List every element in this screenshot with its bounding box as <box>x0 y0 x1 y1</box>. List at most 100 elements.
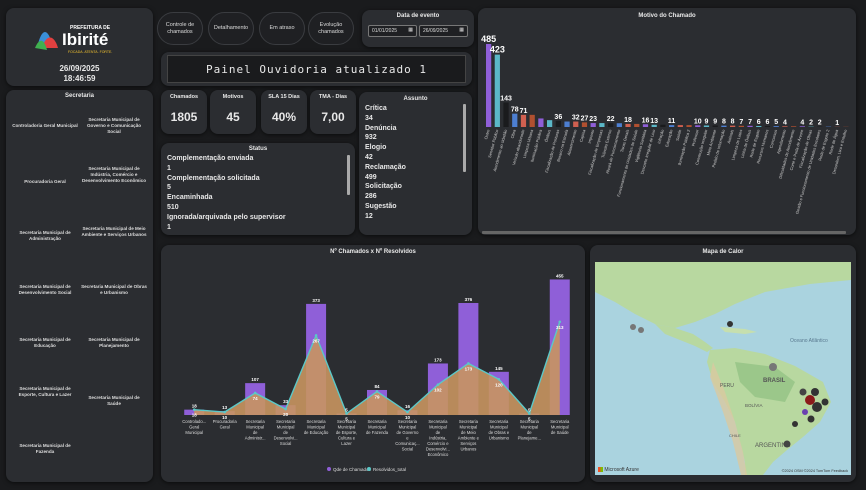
chamados-value-label: 16 <box>405 404 411 409</box>
secretaria-item[interactable]: Secretaria Municipal de Planejamento <box>81 337 147 349</box>
motivo-bar-chart[interactable]: 485Outro423Servidor Público143Atendiment… <box>478 8 856 235</box>
motivo-bar[interactable] <box>642 124 649 127</box>
motivo-bar[interactable] <box>791 126 797 127</box>
assunto-item[interactable]: Solicitação <box>365 182 406 192</box>
calendar-icon[interactable]: ▦ <box>408 27 413 33</box>
motivo-bar[interactable] <box>703 125 710 127</box>
secretaria-item[interactable]: Secretaria Municipal de Esporte, Cultura… <box>12 386 78 398</box>
resolvidos-point[interactable] <box>223 410 226 414</box>
motivo-bar[interactable] <box>764 125 771 127</box>
assunto-item[interactable]: Reclamação <box>365 163 406 173</box>
motivo-bar[interactable] <box>538 118 544 127</box>
motivo-bar[interactable] <box>512 113 518 127</box>
motivo-bar[interactable] <box>747 125 753 127</box>
assunto-count: 42 <box>365 153 373 161</box>
button-evolucao-chamados[interactable]: Evolução chamados <box>308 12 354 45</box>
motivo-bar[interactable] <box>590 123 596 127</box>
motivo-bar[interactable] <box>503 102 509 127</box>
secretaria-item[interactable]: Controladoria Geral Municipal <box>12 123 78 129</box>
motivo-bar[interactable] <box>669 125 675 127</box>
resolvidos-point[interactable] <box>192 408 196 411</box>
motivo-bar[interactable] <box>712 125 718 127</box>
motivo-bar[interactable] <box>486 44 492 127</box>
assunto-item[interactable]: Elogio <box>365 143 406 153</box>
button-detalhamento[interactable]: Detalhamento <box>208 12 254 45</box>
motivo-bar[interactable] <box>494 54 500 128</box>
motivo-bar[interactable] <box>564 121 570 127</box>
status-item[interactable]: Encaminhada <box>167 193 286 203</box>
legend-chamados-label[interactable]: Qde de Chamados <box>333 467 372 472</box>
motivo-bar[interactable] <box>599 123 605 127</box>
resolvidos-point[interactable] <box>406 410 409 414</box>
status-item[interactable]: Complementação solicitada <box>167 174 286 184</box>
secretaria-item[interactable]: Secretaria Municipal de Obras e Urbanism… <box>81 284 147 296</box>
secretaria-item[interactable]: Secretaria Municipal de Administração <box>12 230 78 242</box>
motivo-bar[interactable] <box>608 123 614 127</box>
motivo-bar[interactable] <box>756 125 762 127</box>
resolvidos-point[interactable] <box>558 320 562 324</box>
motivo-bar[interactable] <box>520 114 527 127</box>
motivo-bar[interactable] <box>677 125 683 127</box>
secretaria-item[interactable]: Procuradoria Geral <box>12 179 78 185</box>
motivo-bar[interactable] <box>782 126 788 127</box>
calendar-icon[interactable]: ▦ <box>459 27 464 33</box>
motivo-bar[interactable] <box>581 122 588 127</box>
resolvidos-point[interactable] <box>467 362 470 365</box>
chamados-resolvidos-chart[interactable]: 1818131010774332037326755847916101731023… <box>161 245 585 482</box>
motivo-bar[interactable] <box>730 125 736 127</box>
motivo-bar[interactable] <box>695 125 701 127</box>
motivo-bar[interactable] <box>660 124 666 127</box>
secretaria-item[interactable]: Secretaria Municipal de Fazenda <box>12 443 78 455</box>
cmp-category-label: Municipal <box>460 425 478 430</box>
cmp-category-label: Comércio e <box>427 441 449 446</box>
resolvidos-point[interactable] <box>284 407 287 411</box>
status-item[interactable]: Complementação enviada <box>167 154 286 164</box>
motivo-bar[interactable] <box>721 125 727 127</box>
motivo-bar[interactable] <box>529 114 535 127</box>
status-list[interactable]: Complementação enviada 1 Complementação … <box>167 154 286 232</box>
assunto-item[interactable]: Crítica <box>365 104 406 114</box>
assunto-item[interactable]: Sugestão <box>365 202 406 212</box>
resolvidos-point[interactable] <box>375 390 379 393</box>
date-to-input[interactable]: 26/09/2025 ▦ <box>419 25 468 37</box>
assunto-list[interactable]: Crítica 34 Denúncia 932 Elogio 42 Reclam… <box>365 104 406 222</box>
status-item[interactable]: Ignorada/arquivada pelo supervisor <box>167 213 286 223</box>
secretaria-item[interactable]: Secretaria Municipal de Meio Ambiente e … <box>81 226 147 238</box>
motivo-bar[interactable] <box>738 125 744 127</box>
motivo-bar[interactable] <box>547 120 553 127</box>
motivo-bar-label: 36 <box>554 114 562 121</box>
motivo-bar[interactable] <box>651 124 657 127</box>
motivo-bar[interactable] <box>573 121 579 127</box>
secretaria-item[interactable]: Secretaria Municipal de Indústria, Comér… <box>81 166 147 184</box>
button-controle-chamados[interactable]: Controle de chamados <box>157 12 203 45</box>
heat-map[interactable]: Oceano Atlântico PERU BRASIL BOLÍVIA ARG… <box>595 262 851 475</box>
resolvidos-point[interactable] <box>528 412 531 415</box>
secretaria-item[interactable]: Secretaria Municipal de Saúde <box>81 395 147 407</box>
heat-marker <box>792 421 798 427</box>
motivo-bar[interactable] <box>625 123 631 127</box>
motivo-bar[interactable] <box>555 120 561 127</box>
motivo-bar[interactable] <box>799 126 805 127</box>
assunto-item[interactable]: Denúncia <box>365 124 406 134</box>
resolvidos-point[interactable] <box>497 377 501 381</box>
resolvidos-point[interactable] <box>436 383 440 386</box>
resolvidos-point[interactable] <box>253 391 257 395</box>
resolvidos-point[interactable] <box>345 412 348 415</box>
motivo-bar[interactable] <box>773 126 779 127</box>
motivo-bar[interactable] <box>686 125 692 127</box>
motivo-bar-label: 9 <box>705 118 709 125</box>
heat-marker <box>821 398 829 406</box>
motivo-scrollbar[interactable] <box>482 231 846 234</box>
resolvidos-area[interactable] <box>194 321 560 415</box>
assunto-scrollbar[interactable] <box>463 104 466 172</box>
button-em-atraso[interactable]: Em atraso <box>259 12 305 45</box>
secretaria-item[interactable]: Secretaria Municipal de Educação <box>12 337 78 349</box>
secretaria-item[interactable]: Secretaria Municipal de Desenvolvimento … <box>12 284 78 296</box>
status-scrollbar[interactable] <box>347 155 350 195</box>
secretaria-item[interactable]: Secretaria Municipal de Governo e Comuni… <box>81 117 147 135</box>
motivo-bar[interactable] <box>634 123 640 127</box>
date-from-input[interactable]: 01/01/2025 ▦ <box>368 25 417 37</box>
motivo-bar[interactable] <box>616 123 622 127</box>
legend-resolvidos-label[interactable]: Resolvidos_total <box>373 467 406 472</box>
resolvidos-point[interactable] <box>314 334 318 337</box>
